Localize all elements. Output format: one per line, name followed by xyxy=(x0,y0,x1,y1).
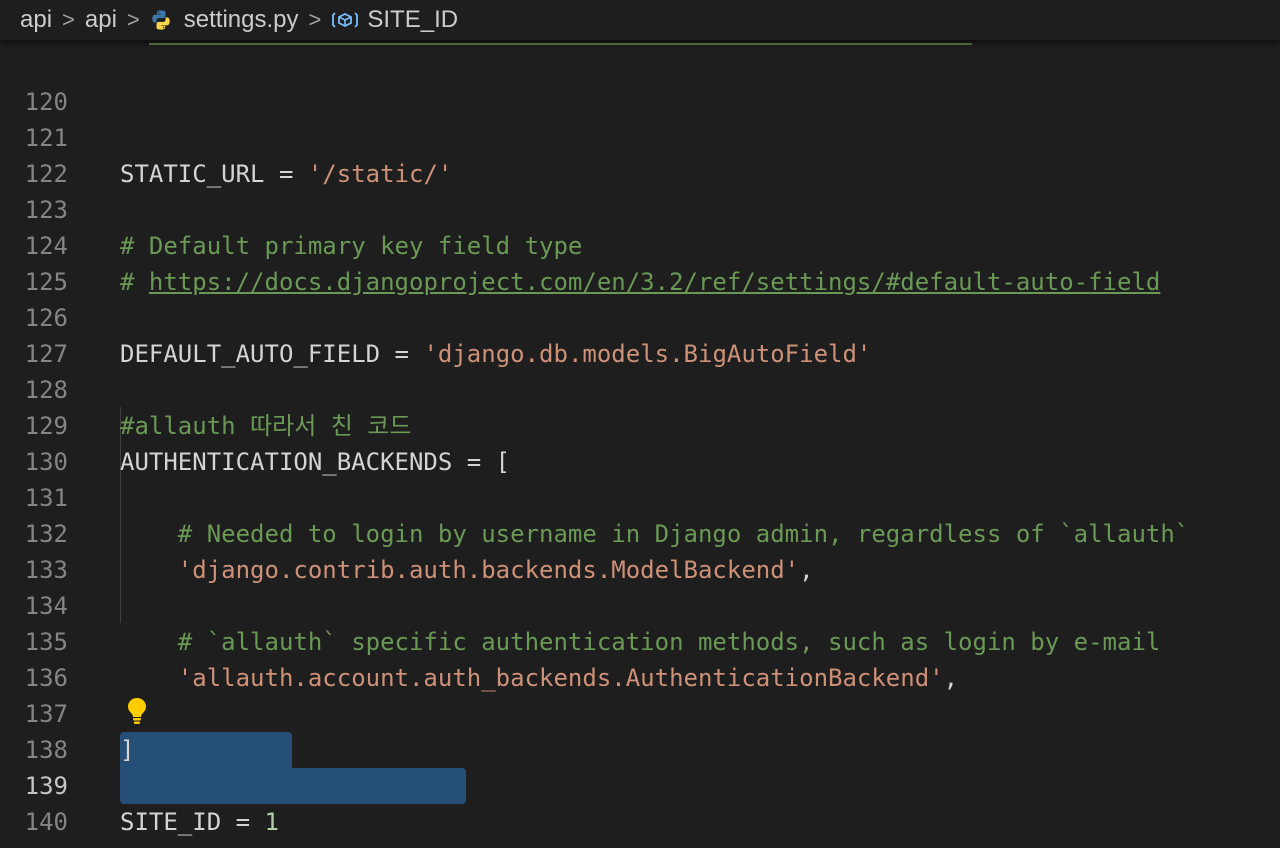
lightbulb-icon[interactable] xyxy=(124,696,150,726)
code-line: 122 xyxy=(0,120,1280,188)
breadcrumb-separator: > xyxy=(308,7,322,32)
code-line: 133 xyxy=(0,516,1280,584)
code-line: 135 'allauth.account.auth_backends.Authe… xyxy=(0,588,1280,692)
breadcrumb-item-api-root[interactable]: api xyxy=(20,6,52,34)
code-line: 140 LOGIN_REDIRECT_URL = '/' xyxy=(0,768,1280,848)
variable-name: LOGIN_REDIRECT_URL xyxy=(120,844,395,848)
variable-symbol-icon xyxy=(331,9,359,31)
breadcrumb-label: api xyxy=(84,6,117,33)
breadcrumb-item-api[interactable]: api xyxy=(85,6,117,34)
code-line: 134 # `allauth` specific authentication … xyxy=(0,552,1280,656)
code-line: 129 AUTHENTICATION_BACKENDS = [ xyxy=(0,372,1280,476)
code-line: 123 # Default primary key field type xyxy=(0,156,1280,260)
breadcrumb-item-site-id[interactable]: SITE_ID xyxy=(331,6,458,34)
line-number: 141 xyxy=(0,840,68,848)
code-line: 137 ] xyxy=(0,660,1280,764)
breadcrumb-label: api xyxy=(20,6,53,33)
breadcrumb-label: settings.py xyxy=(183,6,299,33)
code-line: 126 DEFAULT_AUTO_FIELD = 'django.db.mode… xyxy=(0,264,1280,368)
breadcrumb-separator: > xyxy=(62,7,75,32)
code-line-active: 139 SITE_ID = 1 xyxy=(0,732,1280,836)
code-line: 132 'django.contrib.auth.backends.ModelB… xyxy=(0,480,1280,584)
code-editor[interactable]: 120 121 STATIC_URL = '/static/' 122 123 … xyxy=(0,40,1280,848)
code-line: 120 xyxy=(0,48,1280,116)
partial-link-underline xyxy=(149,43,972,45)
breadcrumb-separator: > xyxy=(126,7,140,32)
code-line: 121 STATIC_URL = '/static/' xyxy=(0,84,1280,188)
code-line: 127 xyxy=(0,300,1280,368)
code-line: 130 xyxy=(0,408,1280,476)
breadcrumb-label: SITE_ID xyxy=(367,6,459,33)
python-file-icon xyxy=(150,9,172,31)
code-text: LOGIN_REDIRECT_URL = '/' xyxy=(120,840,467,848)
string-literal: '/' xyxy=(423,844,466,848)
code-line: 136 xyxy=(0,624,1280,692)
code-line: 138 xyxy=(0,696,1280,764)
code-line: 131 # Needed to login by username in Dja… xyxy=(0,444,1280,548)
code-line: 141 xyxy=(0,804,1280,848)
assign-operator: = xyxy=(395,844,409,848)
breadcrumb: api > api > settings.py > SITE_ID xyxy=(0,0,1280,40)
code-line: 125 xyxy=(0,228,1280,296)
code-line: 124 # https://docs.djangoproject.com/en/… xyxy=(0,192,1280,296)
code-line: 128 #allauth 따라서 친 코드 xyxy=(0,336,1280,440)
breadcrumb-item-settings-file[interactable]: settings.py xyxy=(150,6,299,34)
